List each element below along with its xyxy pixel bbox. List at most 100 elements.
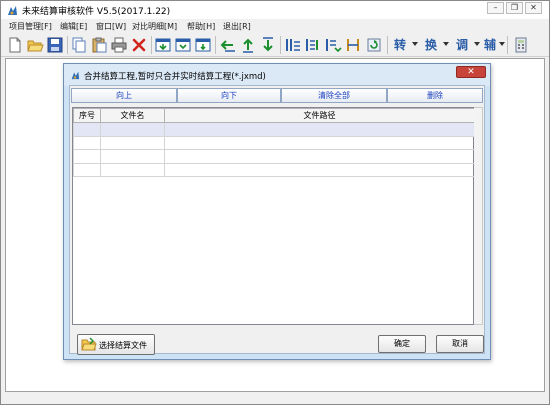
assist-dropdown-arrow[interactable] bbox=[499, 42, 505, 46]
column-header-index[interactable]: 序号 bbox=[73, 108, 101, 123]
column-tool-2-button[interactable] bbox=[304, 36, 322, 54]
move-down-button[interactable] bbox=[259, 36, 277, 54]
table-cell[interactable] bbox=[164, 149, 475, 164]
copy-button[interactable] bbox=[70, 36, 88, 54]
minimize-button[interactable]: – bbox=[487, 2, 504, 14]
menu-edit[interactable]: 编辑[E] bbox=[60, 21, 87, 32]
app-window: 未来结算审核软件 V5.5(2017.1.22) – ❐ ✕ 项目管理[F] 编… bbox=[0, 0, 550, 405]
delete-icon bbox=[132, 38, 146, 52]
table-cell[interactable] bbox=[164, 162, 475, 177]
move-up-icon bbox=[243, 38, 253, 53]
table-cell[interactable] bbox=[164, 135, 475, 150]
adjust-dropdown-arrow[interactable] bbox=[474, 42, 480, 46]
toolbar-separator bbox=[67, 36, 68, 54]
new-file-icon bbox=[9, 37, 21, 53]
cancel-button[interactable]: 取消 bbox=[436, 335, 484, 353]
window-add-icon bbox=[195, 38, 211, 52]
window-insert-icon bbox=[175, 38, 191, 52]
table-cell[interactable] bbox=[100, 162, 165, 177]
table-cell[interactable] bbox=[164, 122, 475, 137]
dialog-close-button[interactable]: ✕ bbox=[456, 66, 486, 78]
column-header-filename[interactable]: 文件名 bbox=[100, 108, 165, 123]
title-bar: 未来结算审核软件 V5.5(2017.1.22) – ❐ ✕ bbox=[1, 1, 549, 19]
app-title: 未来结算审核软件 V5.5(2017.1.22) bbox=[22, 7, 171, 17]
move-up-button[interactable] bbox=[239, 36, 257, 54]
table-cell[interactable] bbox=[73, 135, 101, 150]
swap-dropdown-arrow[interactable] bbox=[443, 42, 449, 46]
save-button[interactable] bbox=[46, 36, 64, 54]
swap-button[interactable]: 换 bbox=[422, 36, 440, 54]
move-down-action-button[interactable]: 向下 bbox=[177, 88, 281, 103]
move-down-icon bbox=[263, 37, 273, 52]
assist-button[interactable]: 辅 bbox=[481, 36, 499, 54]
convert-button[interactable]: 转 bbox=[391, 36, 409, 54]
vertical-scrollbar[interactable] bbox=[474, 107, 483, 325]
refresh-button[interactable] bbox=[365, 36, 383, 54]
convert-dropdown-arrow[interactable] bbox=[412, 42, 418, 46]
menu-exit[interactable]: 退出[R] bbox=[223, 21, 251, 32]
menu-bar: 项目管理[F] 编辑[E] 窗口[W] 对比明细[M] 帮助[H] 退出[R] bbox=[1, 19, 549, 33]
toolbar-separator bbox=[280, 36, 281, 54]
select-file-label: 选择结算文件 bbox=[99, 341, 147, 350]
table-row[interactable] bbox=[73, 122, 475, 137]
move-left-icon bbox=[220, 40, 235, 52]
dialog-title-bar: 合并结算工程,暂时只合并实时结算工程(*.jxmd) ✕ bbox=[64, 64, 490, 86]
calculator-button[interactable] bbox=[512, 36, 530, 54]
table-cell[interactable] bbox=[100, 122, 165, 137]
restore-button[interactable]: ❐ bbox=[506, 2, 523, 14]
clear-all-button[interactable]: 清除全部 bbox=[281, 88, 387, 103]
calculator-icon bbox=[515, 37, 527, 53]
window-add-button[interactable] bbox=[194, 36, 212, 54]
adjust-button[interactable]: 调 bbox=[453, 36, 471, 54]
dialog-action-bar: 向上 向下 清除全部 删除 bbox=[71, 88, 483, 104]
copy-icon bbox=[72, 37, 86, 53]
toolbar-separator bbox=[507, 36, 508, 54]
column-tool-3-button[interactable] bbox=[324, 36, 342, 54]
table-cell[interactable] bbox=[73, 122, 101, 137]
table-row[interactable] bbox=[73, 149, 475, 164]
column-tool-2-icon bbox=[306, 39, 318, 51]
app-logo-icon bbox=[8, 6, 17, 15]
dialog-title: 合并结算工程,暂时只合并实时结算工程(*.jxmd) bbox=[84, 72, 266, 82]
menu-project[interactable]: 项目管理[F] bbox=[9, 21, 52, 32]
merge-project-dialog: 合并结算工程,暂时只合并实时结算工程(*.jxmd) ✕ 向上 向下 清除全部 … bbox=[63, 63, 491, 360]
dialog-body: 向上 向下 清除全部 删除 序号 文件名 文件路径 选择结算文件 确定 取消 bbox=[69, 85, 485, 355]
select-settlement-file-button[interactable]: 选择结算文件 bbox=[77, 334, 155, 355]
remove-button[interactable]: 删除 bbox=[387, 88, 483, 103]
paste-button[interactable] bbox=[90, 36, 108, 54]
column-tool-3-icon bbox=[326, 39, 342, 53]
table-row[interactable] bbox=[73, 135, 475, 150]
column-tool-4-icon bbox=[347, 39, 359, 51]
print-icon bbox=[111, 37, 127, 53]
refresh-icon bbox=[367, 38, 381, 52]
table-cell[interactable] bbox=[73, 149, 101, 164]
window-down-icon bbox=[155, 38, 171, 52]
table-cell[interactable] bbox=[73, 162, 101, 177]
table-row[interactable] bbox=[73, 162, 475, 177]
column-header-filepath[interactable]: 文件路径 bbox=[164, 108, 475, 123]
move-up-action-button[interactable]: 向上 bbox=[71, 88, 177, 103]
move-left-button[interactable] bbox=[219, 36, 237, 54]
menu-compare-detail[interactable]: 对比明细[M] bbox=[132, 21, 177, 32]
open-folder-icon bbox=[27, 40, 44, 52]
table-cell[interactable] bbox=[100, 135, 165, 150]
toolbar-separator bbox=[387, 36, 388, 54]
menu-help[interactable]: 帮助[H] bbox=[187, 21, 215, 32]
toolbar-separator bbox=[215, 36, 216, 54]
status-bar bbox=[1, 393, 549, 404]
ok-button[interactable]: 确定 bbox=[378, 335, 426, 353]
column-tool-1-button[interactable] bbox=[284, 36, 302, 54]
delete-button[interactable] bbox=[130, 36, 148, 54]
file-list-table[interactable]: 序号 文件名 文件路径 bbox=[72, 107, 475, 325]
close-button[interactable]: ✕ bbox=[525, 2, 542, 14]
open-button[interactable] bbox=[26, 36, 44, 54]
new-file-button[interactable] bbox=[6, 36, 24, 54]
column-tool-4-button[interactable] bbox=[344, 36, 362, 54]
window-insert-button[interactable] bbox=[174, 36, 192, 54]
menu-window[interactable]: 窗口[W] bbox=[96, 21, 126, 32]
window-down-button[interactable] bbox=[154, 36, 172, 54]
table-cell[interactable] bbox=[100, 149, 165, 164]
toolbar: 转 换 调 辅 bbox=[1, 33, 549, 57]
column-tool-1-icon bbox=[286, 39, 300, 51]
print-button[interactable] bbox=[110, 36, 128, 54]
